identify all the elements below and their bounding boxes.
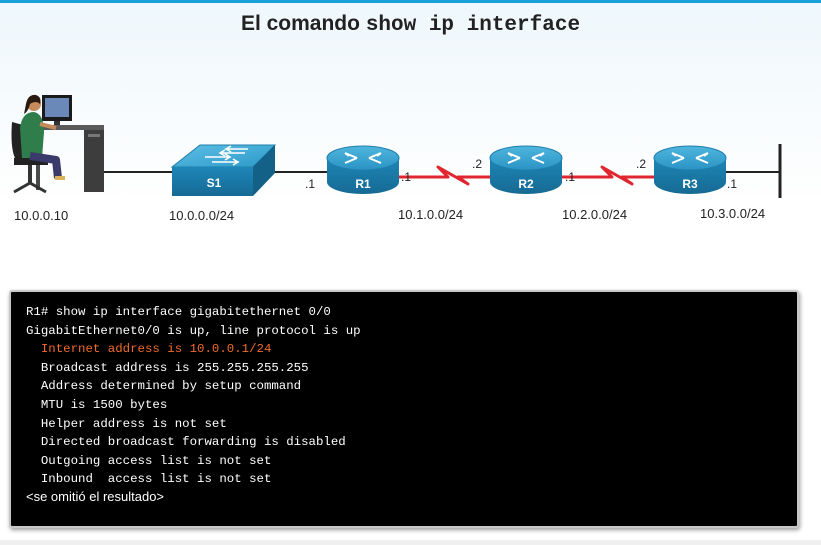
terminal-line: Inbound access list is not set [26, 472, 272, 487]
terminal-line: R1# show ip interface gigabitethernet 0/… [26, 305, 331, 319]
terminal-line: Outgoing access list is not set [26, 453, 272, 468]
pc-address-label: 10.0.0.10 [14, 208, 68, 223]
terminal-line: MTU is 1500 bytes [26, 397, 168, 412]
bottom-divider [0, 540, 821, 545]
network-label-wan2: 10.2.0.0/24 [562, 207, 627, 222]
r3-lan-interface-label: .1 [727, 177, 737, 191]
switch-s1-label: S1 [207, 176, 222, 190]
r2-left-interface-label: .2 [472, 157, 482, 171]
terminal-output-window: R1# show ip interface gigabitethernet 0/… [9, 290, 799, 528]
terminal-line: Address determined by setup command [26, 379, 302, 394]
network-label-lan2: 10.3.0.0/24 [700, 206, 765, 221]
network-topology-diagram: S1 R1 R2 R3 .1 .1 .2 .1 .2 .1 10.0.0.10 … [11, 94, 782, 223]
r3-left-interface-label: .2 [636, 157, 646, 171]
terminal-line: Directed broadcast forwarding is disable… [26, 435, 346, 450]
switch-s1-icon [170, 144, 277, 196]
network-label-wan1: 10.1.0.0/24 [398, 207, 463, 222]
terminal-omitted-note: <se omitió el resultado> [26, 488, 165, 504]
terminal-line: GigabitEthernet0/0 is up, line protocol … [26, 323, 361, 338]
terminal-line-highlighted: Internet address is 10.0.0.1/24 [26, 342, 272, 357]
r1-lan-interface-label: .1 [305, 177, 315, 191]
terminal-line: Helper address is not set [26, 416, 227, 431]
pc-workstation-icon [11, 94, 104, 194]
router-r2-label: R2 [518, 177, 534, 191]
r1-wan-interface-label: .1 [401, 170, 411, 184]
router-r3-label: R3 [682, 177, 698, 191]
terminal-line: Broadcast address is 255.255.255.255 [26, 360, 309, 375]
router-r1-label: R1 [355, 177, 371, 191]
r2-right-interface-label: .1 [565, 170, 575, 184]
network-label-lan1: 10.0.0.0/24 [169, 208, 234, 223]
